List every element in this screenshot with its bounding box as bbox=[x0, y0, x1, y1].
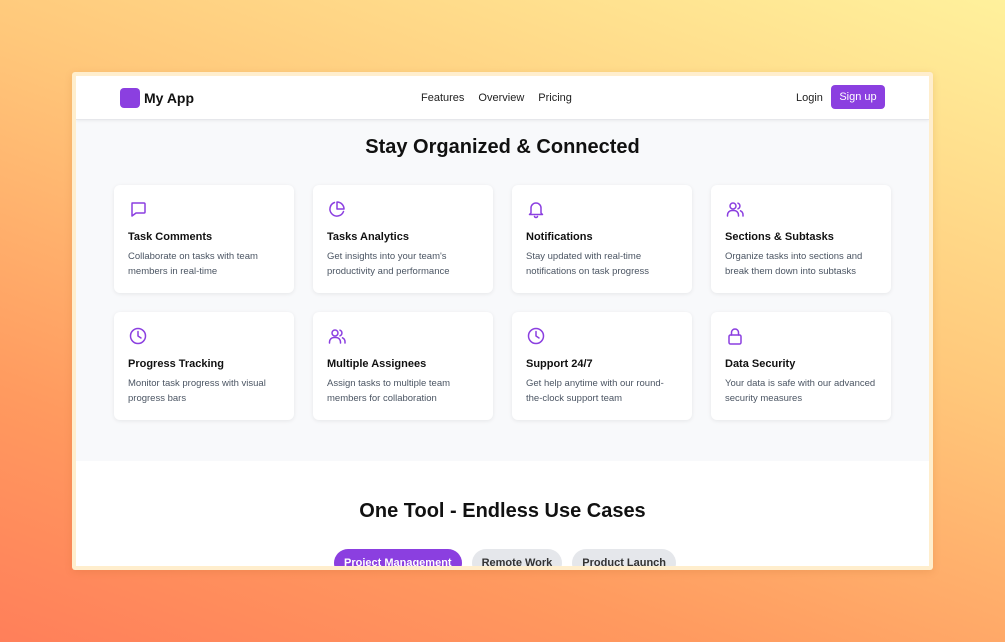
tab-project-management[interactable]: Project Management bbox=[334, 549, 462, 566]
feature-card-multiple-assignees: Multiple Assignees Assign tasks to multip… bbox=[313, 312, 493, 420]
app-window: My App Features Overview Pricing Login S… bbox=[72, 72, 933, 570]
feature-card-title: Task Comments bbox=[128, 231, 213, 243]
feature-card-title: Sections & Subtasks bbox=[725, 231, 834, 243]
nav-link-overview[interactable]: Overview bbox=[478, 91, 524, 105]
navbar: My App Features Overview Pricing Login S… bbox=[76, 76, 929, 120]
clock-icon bbox=[128, 326, 148, 346]
feature-grid: Task Comments Collaborate on tasks with t… bbox=[114, 185, 891, 420]
lock-icon bbox=[725, 326, 745, 346]
features-title: Stay Organized & Connected bbox=[365, 136, 640, 158]
signup-button[interactable]: Sign up bbox=[831, 85, 885, 109]
feature-card-desc: Collaborate on tasks with team members i… bbox=[128, 251, 258, 277]
nav-link-features[interactable]: Features bbox=[421, 91, 464, 105]
tab-remote-work[interactable]: Remote Work bbox=[471, 549, 563, 566]
feature-card-desc: Get help anytime with our round-the-cloc… bbox=[526, 378, 664, 404]
feature-card-tasks-analytics: Tasks Analytics Get insights into your te… bbox=[313, 185, 493, 293]
nav-link-pricing[interactable]: Pricing bbox=[538, 91, 572, 105]
nav-links: Features Overview Pricing bbox=[421, 91, 572, 105]
feature-card-desc: Get insights into your team's productivi… bbox=[327, 251, 450, 277]
tab-product-launch[interactable]: Product Launch bbox=[572, 549, 677, 566]
login-link[interactable]: Login bbox=[796, 91, 823, 105]
brand-name[interactable]: My App bbox=[144, 89, 194, 107]
feature-card-notifications: Notifications Stay updated with real-time… bbox=[512, 185, 692, 293]
features-section: Stay Organized & Connected Task Comments… bbox=[76, 120, 929, 461]
feature-card-sections-subtasks: Sections & Subtasks Organize tasks into s… bbox=[711, 185, 891, 293]
clock-icon bbox=[526, 326, 546, 346]
feature-card-title: Data Security bbox=[725, 358, 796, 370]
pie-chart-icon bbox=[327, 199, 347, 219]
feature-card-desc: Organize tasks into sections and break t… bbox=[725, 251, 863, 277]
feature-card-support-24-7: Support 24/7 Get help anytime with our ro… bbox=[512, 312, 692, 420]
users-icon bbox=[327, 326, 347, 346]
users-icon bbox=[725, 199, 745, 219]
usecase-tabs: Project Management Remote Work Product L… bbox=[334, 549, 677, 566]
feature-card-data-security: Data Security Your data is safe with our … bbox=[711, 312, 891, 420]
feature-card-desc: Assign tasks to multiple team members fo… bbox=[327, 378, 451, 404]
feature-card-desc: Your data is safe with our advanced secu… bbox=[725, 378, 876, 404]
feature-card-desc: Stay updated with real-time notification… bbox=[526, 251, 650, 277]
usecases-title: One Tool - Endless Use Cases bbox=[359, 500, 646, 522]
feature-card-progress-tracking: Progress Tracking Monitor task progress w… bbox=[114, 312, 294, 420]
message-icon bbox=[128, 199, 148, 219]
feature-card-title: Tasks Analytics bbox=[327, 231, 409, 243]
feature-card-desc: Monitor task progress with visual progre… bbox=[128, 378, 266, 404]
logo-icon[interactable] bbox=[120, 88, 140, 108]
feature-card-task-comments: Task Comments Collaborate on tasks with t… bbox=[114, 185, 294, 293]
feature-card-title: Support 24/7 bbox=[526, 358, 593, 370]
feature-card-title: Multiple Assignees bbox=[327, 358, 427, 370]
feature-card-title: Notifications bbox=[526, 231, 593, 243]
bell-icon bbox=[526, 199, 546, 219]
feature-card-title: Progress Tracking bbox=[128, 358, 224, 370]
